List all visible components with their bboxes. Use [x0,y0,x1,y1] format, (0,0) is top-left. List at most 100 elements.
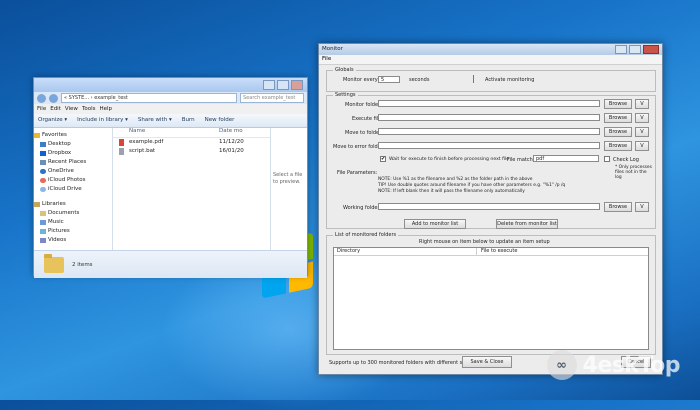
save-close-button[interactable]: Save & Close [462,356,512,368]
file-name: script.bat [129,148,156,154]
file-name: example.pdf [129,139,164,145]
nav-pictures[interactable]: Pictures [34,227,112,236]
search-input[interactable]: Search example_test [240,93,304,103]
back-icon[interactable] [37,93,46,103]
close-button[interactable] [643,45,659,54]
move-folder-v-button[interactable]: V [635,127,649,137]
watermark-logo-icon: ∞ [546,350,577,380]
address-bar[interactable]: « SYSTE... › example_test [61,93,237,103]
browse-working-folder-button[interactable]: Browse [604,202,632,212]
monitor-folder-input[interactable] [378,100,600,107]
column-name[interactable]: Name [113,128,219,137]
photos-icon [40,178,46,183]
file-list: Name Date mo example.pdf 11/12/20 script… [113,128,270,250]
file-parameters-label: File Parameters: [337,170,378,176]
explorer-menu-bar: File Edit View Tools Help [34,104,307,114]
seconds-label: seconds [409,77,430,83]
burn-button[interactable]: Burn [182,114,195,127]
videos-icon [40,238,46,243]
menu-view[interactable]: View [65,104,78,114]
interval-input[interactable]: 5 [378,76,400,83]
menu-file[interactable]: File [322,56,331,62]
watermark-text: 4eskTop [582,352,681,378]
watermark: ∞ 4eskTop [546,350,681,380]
move-to-folder-input[interactable] [378,128,600,135]
desktop-icon [40,142,46,147]
pdf-file-icon [118,139,124,146]
nav-recent-places[interactable]: Recent Places [34,158,112,167]
nav-icloud-drive[interactable]: iCloud Drive [34,185,112,194]
check-log-checkbox[interactable] [604,156,610,162]
nav-desktop[interactable]: Desktop [34,140,112,149]
execute-file-input[interactable] [378,114,600,121]
browse-move-folder-button[interactable]: Browse [604,127,632,137]
column-directory[interactable]: Directory [334,248,477,255]
file-match-input[interactable]: pdf [533,155,599,162]
column-file-to-execute[interactable]: File to execute [477,248,517,255]
browse-error-folder-button[interactable]: Browse [604,141,632,151]
working-folder-input[interactable] [378,203,600,210]
documents-icon [40,211,46,216]
note-line-1: NOTE: Use %1 as the filename and %2 as t… [378,177,533,182]
nav-onedrive[interactable]: OneDrive [34,167,112,176]
maximize-button[interactable] [629,45,641,54]
star-icon [34,133,40,138]
preview-pane: Select a file to preview. [270,128,307,250]
file-match-label: File match: [507,157,535,163]
monitor-folder-v-button[interactable]: V [635,99,649,109]
column-date[interactable]: Date mo [219,128,249,137]
nav-music[interactable]: Music [34,218,112,227]
file-row[interactable]: script.bat 16/01/20 [113,147,270,156]
organize-button[interactable]: Organize ▾ [38,114,67,127]
explorer-window: « SYSTE... › example_test Search example… [33,77,308,278]
monitor-window: Monitor File Globals Monitor every: 5 se… [318,43,663,375]
monitored-folders-list[interactable]: Directory File to execute [333,247,649,350]
only-processes-note: * Only processes files not in the log [615,165,652,180]
list-label: List of monitored folders [333,232,399,238]
nav-dropbox[interactable]: Dropbox [34,149,112,158]
check-log-label: Check Log [613,157,639,163]
new-folder-button[interactable]: New folder [205,114,235,127]
recent-places-icon [40,160,46,165]
include-library-button[interactable]: Include in library ▾ [77,114,128,127]
menu-edit[interactable]: Edit [50,104,61,114]
browse-execute-file-button[interactable]: Browse [604,113,632,123]
item-count: 2 items [72,261,93,268]
delete-from-monitor-list-button[interactable]: Delete from monitor list [496,219,558,229]
nav-videos[interactable]: Videos [34,236,112,245]
move-error-folder-input[interactable] [378,142,600,149]
cloud-icon [40,187,46,192]
music-icon [40,220,46,225]
cloud-icon [40,169,46,174]
nav-favorites[interactable]: Favorites [34,131,112,140]
monitor-titlebar[interactable]: Monitor [319,44,662,55]
menu-file[interactable]: File [37,104,46,114]
forward-icon[interactable] [49,93,58,103]
wait-checkbox[interactable]: ✔ [380,156,386,162]
minimize-button[interactable] [615,45,627,54]
file-row[interactable]: example.pdf 11/12/20 [113,138,270,147]
menu-tools[interactable]: Tools [82,104,96,114]
activate-monitoring-label[interactable]: Activate monitoring [485,77,534,83]
settings-group: Settings Monitor folder: Browse V Execut… [326,92,656,229]
nav-icloud-photos[interactable]: iCloud Photos [34,176,112,185]
browse-monitor-folder-button[interactable]: Browse [604,99,632,109]
add-to-monitor-list-button[interactable]: Add to monitor list [404,219,466,229]
working-folder-v-button[interactable]: V [635,202,649,212]
share-with-button[interactable]: Share with ▾ [138,114,172,127]
navigation-pane: Favorites Desktop Dropbox Recent Places … [34,128,113,250]
minimize-button[interactable] [263,80,275,90]
wait-label: Wait for execute to finish before proces… [389,157,510,162]
explorer-titlebar[interactable] [34,78,307,92]
file-date: 11/12/20 [219,139,244,145]
monitor-menu-bar: File [319,55,662,65]
maximize-button[interactable] [277,80,289,90]
folder-icon [44,253,64,273]
nav-documents[interactable]: Documents [34,209,112,218]
close-button[interactable] [291,80,303,90]
menu-help[interactable]: Help [100,104,113,114]
nav-libraries[interactable]: Libraries [34,200,112,209]
batch-file-icon [118,148,124,155]
execute-file-v-button[interactable]: V [635,113,649,123]
error-folder-v-button[interactable]: V [635,141,649,151]
